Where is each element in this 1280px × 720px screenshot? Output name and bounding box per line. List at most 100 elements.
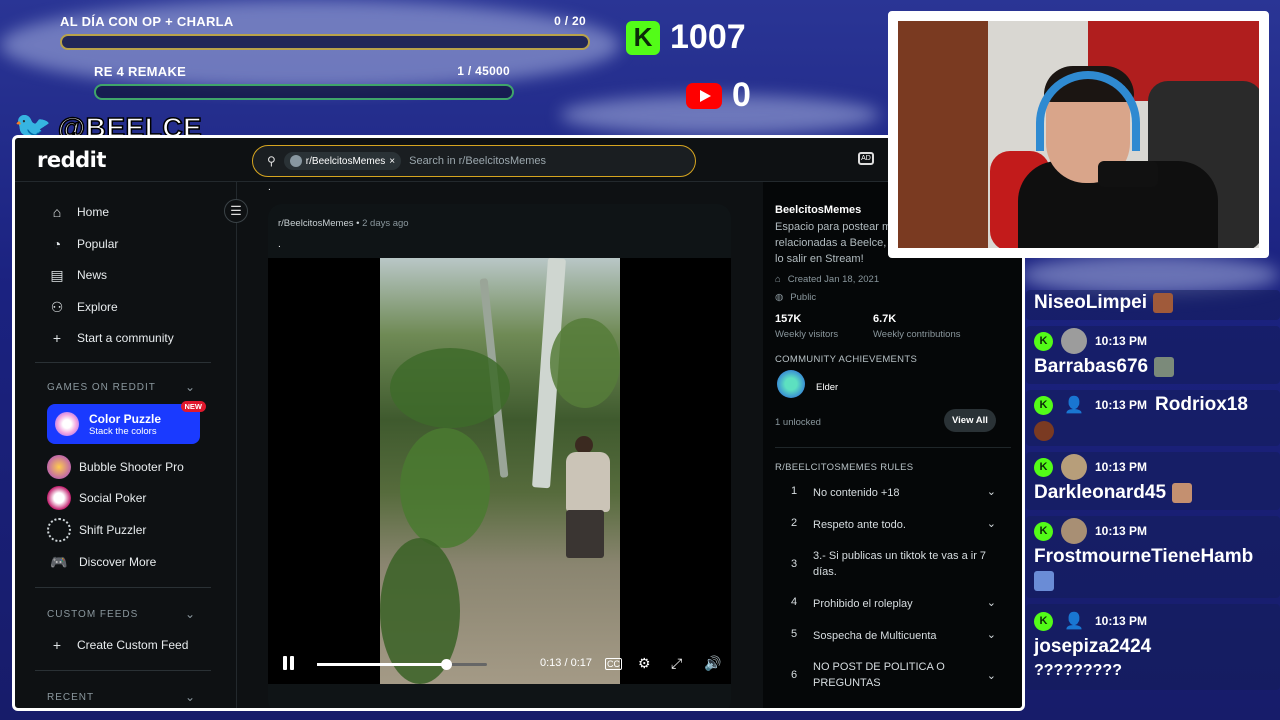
nav-start-community[interactable]: + Start a community <box>49 330 174 346</box>
custom-feeds-header[interactable]: CUSTOM FEEDS ⌄ <box>47 607 195 621</box>
nav-news[interactable]: ▤ News <box>49 267 107 283</box>
chat-username: josepiza2424 <box>1034 636 1152 657</box>
kick-icon: K <box>626 20 660 55</box>
nav-explore[interactable]: ⚇ Explore <box>49 299 118 315</box>
gamepad-icon: 🎮 <box>50 553 68 570</box>
featured-game-title: Color Puzzle <box>89 411 162 426</box>
pause-icon[interactable] <box>282 656 296 670</box>
rule-item[interactable]: 5 Sospecha de Multicuenta ⌄ <box>791 628 996 644</box>
rule-number: 1 <box>791 485 798 497</box>
chevron-down-icon[interactable]: ⌄ <box>987 485 996 501</box>
plus-icon: + <box>52 330 62 346</box>
game-social-poker[interactable]: Social Poker <box>47 486 146 510</box>
color-puzzle-icon <box>55 412 79 436</box>
post-card[interactable]: r/BeelcitosMemes • 2 days ago . 0:13 / 0… <box>268 204 731 708</box>
globe-icon: ◍ <box>775 292 784 303</box>
create-custom-feed[interactable]: + Create Custom Feed <box>49 637 188 653</box>
avatar <box>1061 328 1087 354</box>
reddit-window: reddit ⚲ r/BeelcitosMemes × Search in r/… <box>12 135 1025 711</box>
microphone-icon <box>1098 161 1158 187</box>
video-seek-bar[interactable] <box>317 659 487 670</box>
post-header: r/BeelcitosMemes • 2 days ago <box>278 218 409 229</box>
chat-username: Barrabas676 <box>1034 356 1149 377</box>
chat-message: K 10:13 PM Darkleonard45 <box>1034 454 1270 504</box>
captions-icon[interactable]: CC <box>605 658 622 670</box>
chevron-down-icon[interactable]: ⌄ <box>987 596 996 612</box>
stat-label: Weekly contributions <box>873 329 961 340</box>
seek-handle[interactable] <box>441 659 453 670</box>
chat-message: K 👤 10:13 PM josepiza2424 ????????? <box>1034 608 1270 680</box>
elder-badge-icon <box>777 370 805 398</box>
video-frame <box>380 258 620 684</box>
game-shift-puzzler[interactable]: Shift Puzzler <box>47 518 146 542</box>
chat-message: K 10:13 PM FrostmourneTieneHamb <box>1034 518 1270 596</box>
subreddit-chip-label: r/BeelcitosMemes <box>305 155 386 167</box>
chevron-down-icon[interactable]: ⌄ <box>987 517 996 533</box>
goal-progress-bar <box>94 84 514 100</box>
created-text: Created Jan 18, 2021 <box>787 274 880 285</box>
goal-name: AL DÍA CON OP + CHARLA <box>60 14 234 29</box>
ad-icon[interactable]: AD <box>858 152 874 165</box>
kick-badge-icon: K <box>1034 521 1053 541</box>
recent-header[interactable]: RECENT ⌄ <box>47 690 195 704</box>
youtube-count: 0 <box>732 76 751 114</box>
section-title: GAMES ON REDDIT <box>47 382 156 393</box>
game-label: Bubble Shooter Pro <box>79 460 184 474</box>
video-controls: 0:13 / 0:17 CC ⚙ ⤢ 🔊 <box>268 644 731 684</box>
divider <box>35 362 211 363</box>
visibility-text: Public <box>790 292 817 303</box>
game-label: Discover More <box>79 555 157 569</box>
volume-icon[interactable]: 🔊 <box>704 655 721 672</box>
home-icon: ⌂ <box>52 204 62 220</box>
menu-toggle-icon[interactable]: ☰ <box>224 199 248 223</box>
settings-gear-icon[interactable]: ⚙ <box>638 655 651 672</box>
emote-icon <box>1034 571 1054 591</box>
foliage <box>390 348 510 428</box>
nav-label: Create Custom Feed <box>77 638 189 652</box>
game-bubble-shooter[interactable]: Bubble Shooter Pro <box>47 455 184 479</box>
achievement-name: Elder <box>816 382 839 393</box>
youtube-counter: 0 <box>686 76 751 115</box>
subreddit-avatar <box>289 155 302 167</box>
puzzle-icon <box>47 518 71 542</box>
chat-message: K 10:13 PM Barrabas676 <box>1034 328 1270 378</box>
rule-item[interactable]: 3 3.- Si publicas un tiktok te vas a ir 7… <box>791 548 996 580</box>
chat-time: 10:13 PM <box>1095 524 1148 538</box>
chevron-down-icon[interactable]: ⌄ <box>185 607 196 621</box>
section-title: CUSTOM FEEDS <box>47 609 139 620</box>
post-subreddit[interactable]: r/BeelcitosMemes <box>278 218 354 229</box>
nav-home[interactable]: ⌂ Home <box>49 204 109 220</box>
rule-text: NO POST DE POLITICA O PREGUNTAS <box>813 661 945 689</box>
video-player[interactable]: 0:13 / 0:17 CC ⚙ ⤢ 🔊 <box>268 258 731 684</box>
search-placeholder[interactable]: Search in r/BeelcitosMemes <box>409 155 546 167</box>
rule-item[interactable]: 2 Respeto ante todo. ⌄ <box>791 517 996 533</box>
subreddit-chip[interactable]: r/BeelcitosMemes × <box>283 152 402 170</box>
fullscreen-icon[interactable]: ⤢ <box>671 655 682 672</box>
goal-progress-bar <box>60 34 590 50</box>
game-discover-more[interactable]: 🎮 Discover More <box>47 550 156 574</box>
view-all-button[interactable]: View All <box>944 409 996 432</box>
nav-popular[interactable]: ◔ Popular <box>49 236 119 252</box>
video-duration: 0:17 <box>570 657 593 669</box>
chat-message: K 👤 10:13 PM Rodriox18 <box>1034 392 1270 446</box>
search-bar[interactable]: ⚲ r/BeelcitosMemes × Search in r/Beelcit… <box>252 145 696 177</box>
rule-item[interactable]: 1 No contenido +18 ⌄ <box>791 485 996 501</box>
visibility: ◍ Public <box>775 292 816 303</box>
rule-item[interactable]: 4 Prohibido el roleplay ⌄ <box>791 596 996 612</box>
chevron-down-icon[interactable]: ⌄ <box>185 690 196 704</box>
featured-game-color-puzzle[interactable]: Color Puzzle Stack the colors NEW <box>47 401 206 444</box>
game-label: Social Poker <box>79 491 147 505</box>
close-icon[interactable]: × <box>389 156 395 167</box>
games-section-header[interactable]: GAMES ON REDDIT ⌄ <box>47 380 195 394</box>
chevron-down-icon[interactable]: ⌄ <box>987 669 996 682</box>
plus-icon: + <box>52 637 62 653</box>
rule-item[interactable]: 6 NO POST DE POLITICA O PREGUNTAS ⌄ <box>791 659 996 691</box>
chevron-down-icon[interactable]: ⌄ <box>987 628 996 644</box>
reddit-logo[interactable]: reddit <box>37 148 106 172</box>
rule-number: 4 <box>791 596 798 608</box>
chevron-down-icon[interactable]: ⌄ <box>185 380 196 394</box>
new-badge: NEW <box>180 401 206 412</box>
emote-icon <box>1154 357 1175 377</box>
webcam-frame <box>888 11 1269 258</box>
rule-text: 3.- Si publicas un tiktok te vas a ir 7 … <box>813 550 987 578</box>
